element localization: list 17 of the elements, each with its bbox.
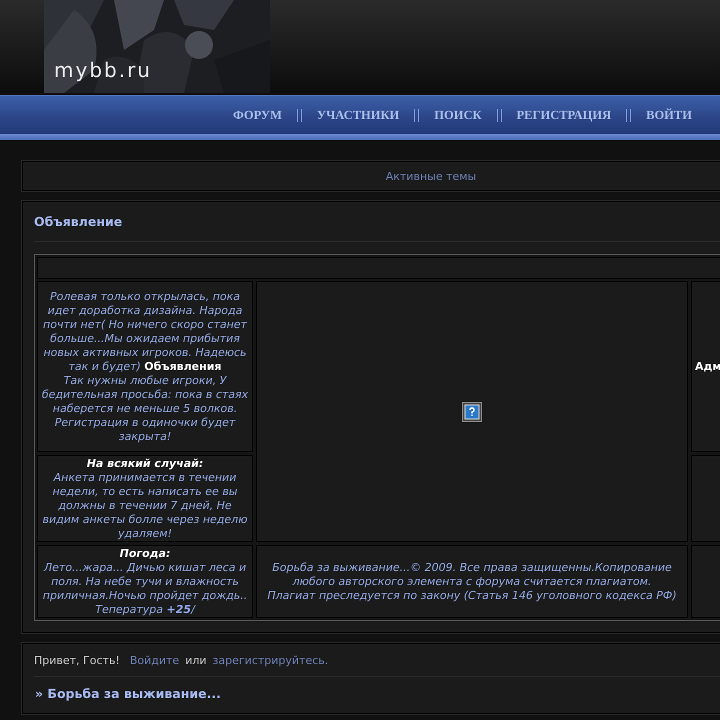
copyright-text: Борьба за выживание...© 2009. Все права защищенны.Копирование любого авторского элемента с форума считается плагиатом. Плагиат преследуется по закону (Статья 146 уголовного кодекса РФ) [266, 560, 678, 602]
site-logo[interactable]: mybb.ru [54, 58, 152, 82]
nav-link[interactable]: РЕГИСТРАЦИЯ [516, 108, 612, 122]
active-topics-link[interactable]: Активные темы [386, 170, 476, 182]
joiner-text: или [185, 654, 207, 667]
register-link[interactable]: зарегистрируйтесь. [212, 654, 328, 667]
panel-title: Объявление [34, 212, 720, 242]
announcement-text: Ролевая только открылась, пока идет доработка дизайна. Народа почти нет( Но ничего скоро станет больше...Мы ожидаем прибытия новых активных игроков. Надеюсь так и будет) Объявления Так нужны любые игроки, У бедительная просьба: пока в стаях наберется не меньше 5 волков. Регистрация в одиночки будет закрыта! [41, 290, 249, 444]
announcement-text: Погода: Лето...жара... Дичью кишат леса и поля. На небе тучи и влажность приличная.Ночью пройдет дождь.. Тепература +25/ [42, 546, 248, 616]
nav-link[interactable]: УЧАСТНИКИ [316, 108, 400, 122]
nav-link[interactable]: ВОЙТИ [646, 108, 692, 122]
login-link[interactable]: Войдите [130, 654, 180, 667]
forum-title-link[interactable]: » Борьба за выживание... [34, 677, 720, 713]
nav-link[interactable]: ПОИСК [434, 108, 482, 122]
nav-link[interactable]: ФОРУМ [233, 108, 282, 122]
announcement-text: На всякий случай: Анкета принимается в течении недели, то есть написать ее вы должны в течении 7 дней, Не видим анкеты болле через неделю удаляем! [42, 456, 248, 540]
greeting-text: Привет, Гость! [34, 654, 120, 667]
